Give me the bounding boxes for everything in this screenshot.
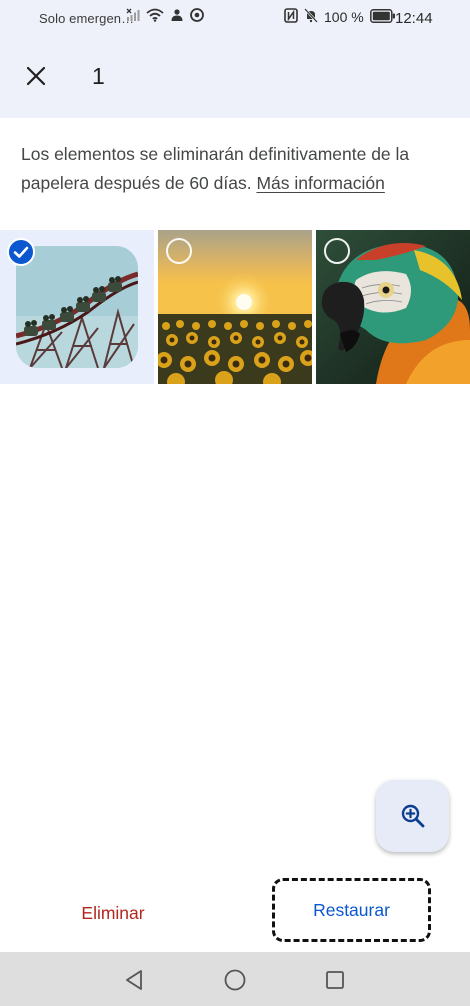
carrier-text: Solo emergen… [39,11,135,26]
photo-tile-roller-coaster[interactable] [0,230,154,384]
selected-check-icon [7,238,35,266]
photo-tile-macaw[interactable] [316,230,470,384]
close-icon [26,66,46,86]
nfc-icon [284,8,298,26]
wifi-icon [146,8,164,25]
trash-photo-grid [0,230,470,384]
close-selection-button[interactable] [16,56,56,96]
no-signal-icon [126,8,140,25]
nav-home-button[interactable] [217,962,253,998]
nav-back-button[interactable] [117,962,153,998]
chrome-icon [190,8,204,25]
system-nav-bar [0,952,470,1006]
battery-icon [369,8,396,26]
nav-recents-button[interactable] [317,962,353,998]
zoom-in-button[interactable] [376,780,449,852]
back-icon [126,970,142,990]
profile-icon [170,8,184,25]
more-info-link[interactable]: Más información [256,173,384,193]
selection-app-bar: 1 [0,36,470,118]
trash-info-message: Los elementos se eliminarán definitivame… [21,140,451,198]
recents-icon [326,971,344,989]
mute-icon [304,8,318,26]
photo-tile-sunflowers[interactable] [158,230,312,384]
zoom-in-icon [401,804,424,828]
battery-percent: 100 % [324,9,364,25]
selected-count: 1 [92,63,105,89]
clock: 12:44 [395,10,433,27]
unselected-circle-icon [166,238,192,264]
unselected-circle-icon [324,238,350,264]
status-bar: Solo emergen… 100 % 12:44 [0,0,470,36]
home-icon [224,969,246,991]
delete-button[interactable]: Eliminar [40,890,186,936]
restore-button[interactable]: Restaurar [272,878,431,942]
